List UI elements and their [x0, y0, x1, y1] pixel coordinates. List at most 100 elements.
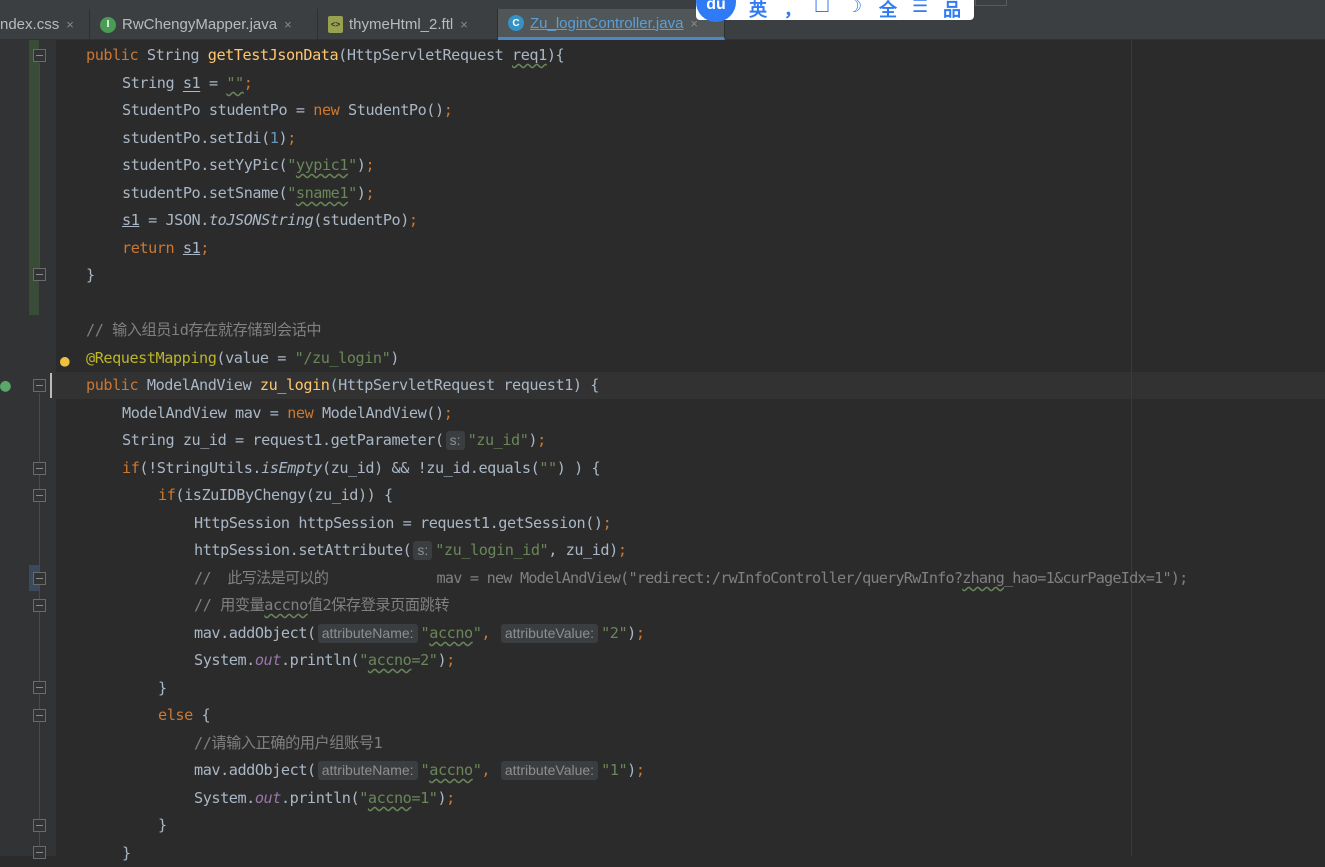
- code-line[interactable]: studentPo.setSname("sname1");: [122, 180, 375, 207]
- code-line[interactable]: }: [122, 840, 131, 867]
- code-line[interactable]: public String getTestJsonData(HttpServle…: [86, 42, 565, 69]
- code-line[interactable]: mav.addObject(attributeName: "accno", att…: [194, 620, 645, 647]
- code-line[interactable]: studentPo.setYyPic("yypic1");: [122, 152, 375, 179]
- code-line[interactable]: studentPo.setIdi(1);: [122, 125, 296, 152]
- code-line[interactable]: else {: [158, 702, 211, 729]
- code-text: ): [278, 129, 288, 147]
- close-icon[interactable]: ×: [284, 17, 292, 32]
- string-quote: ": [348, 156, 357, 174]
- tab-index-css[interactable]: ndex.css ×: [0, 9, 90, 40]
- code-text: .println(: [280, 651, 360, 669]
- fold-toggle-icon[interactable]: [33, 709, 46, 722]
- close-icon[interactable]: ×: [66, 17, 74, 32]
- code-line[interactable]: @RequestMapping(value = "/zu_login"): [86, 345, 399, 372]
- code-text: System.: [194, 789, 255, 807]
- code-line[interactable]: // 用变量accno值2保存登录页面跳转: [194, 592, 450, 619]
- comment: //请输入正确的用户组账号1: [194, 734, 383, 752]
- interface-file-icon: I: [100, 16, 116, 33]
- code-line[interactable]: String zu_id = request1.getParameter(s: "…: [122, 427, 546, 454]
- code-text: String: [122, 74, 183, 92]
- string-literal: "zu_id": [467, 431, 529, 449]
- code-line[interactable]: HttpSession httpSession = request1.getSe…: [194, 510, 612, 537]
- code-text: ModelAndView: [146, 376, 252, 394]
- fold-toggle-icon[interactable]: [33, 681, 46, 694]
- code-text: ): [528, 431, 538, 449]
- code-line[interactable]: StudentPo studentPo = new StudentPo();: [122, 97, 453, 124]
- semicolon: ;: [443, 404, 453, 422]
- semicolon: ;: [446, 789, 455, 807]
- fold-toggle-icon[interactable]: [33, 379, 46, 392]
- semicolon: ;: [200, 239, 209, 257]
- ime-softkbd-button[interactable]: ☰: [912, 0, 928, 17]
- string-literal: accno: [429, 624, 473, 642]
- ime-toolbox-button[interactable]: 品: [943, 0, 961, 22]
- keyword: return: [122, 239, 175, 257]
- fold-toggle-icon[interactable]: [33, 49, 46, 62]
- code-line[interactable]: if(!StringUtils.isEmpty(zu_id) && !zu_id…: [122, 455, 601, 482]
- code-line[interactable]: //请输入正确的用户组账号1: [194, 730, 383, 757]
- code-text: HttpSession httpSession = request1.getSe…: [194, 514, 603, 532]
- lightbulb-icon[interactable]: ●: [60, 351, 70, 370]
- code-line[interactable]: }: [158, 675, 167, 702]
- code-line[interactable]: return s1;: [122, 235, 209, 262]
- tab-thymehtml[interactable]: <> thymeHtml_2.ftl ×: [318, 9, 498, 40]
- static-method: toJSONString: [208, 211, 314, 229]
- fold-toggle-icon[interactable]: [33, 572, 46, 585]
- code-text: ): [437, 651, 447, 669]
- fold-toggle-icon[interactable]: [33, 819, 46, 832]
- code-text: studentPo.setYyPic(: [122, 156, 288, 174]
- code-text: {: [192, 706, 211, 724]
- param-hint: attributeName:: [317, 761, 418, 780]
- code-line[interactable]: mav.addObject(attributeName: "accno", att…: [194, 757, 645, 784]
- ime-punct-button[interactable]: ，: [784, 0, 802, 22]
- fold-toggle-icon[interactable]: [33, 489, 46, 502]
- string-literal: "zu_login_id": [435, 541, 549, 559]
- code-line[interactable]: }: [86, 262, 95, 289]
- tab-rwchengymapper[interactable]: I RwChengyMapper.java ×: [90, 9, 318, 40]
- code-line[interactable]: public ModelAndView zu_login(HttpServlet…: [86, 372, 599, 399]
- class-file-icon: C: [508, 15, 524, 31]
- fold-toggle-icon[interactable]: [33, 846, 46, 859]
- code-line[interactable]: // 此写法是可以的 mav = new ModelAndView("redir…: [194, 565, 1188, 592]
- ime-fullwidth-button[interactable]: 全: [879, 0, 897, 22]
- code-text: , zu_id): [548, 541, 618, 559]
- code-line[interactable]: if(isZuIDByChengy(zu_id)) {: [158, 482, 393, 509]
- tab-zu-logincontroller[interactable]: C Zu_loginController.java ×: [498, 9, 725, 40]
- right-margin-guide: [1131, 40, 1132, 856]
- static-field: out: [254, 789, 282, 807]
- fold-guide: [39, 63, 40, 268]
- annotation: @RequestMapping: [86, 349, 217, 367]
- code-text: mav.addObject(: [194, 761, 316, 779]
- ime-mode-button[interactable]: ☐: [814, 0, 830, 17]
- fold-toggle-icon[interactable]: [33, 462, 46, 475]
- fold-toggle-icon[interactable]: [33, 268, 46, 281]
- string-literal: "": [539, 459, 557, 477]
- code-text: }: [158, 816, 167, 834]
- code-line[interactable]: // 输入组员id存在就存储到会话中: [86, 317, 322, 344]
- code-text: (HttpServletRequest request1) {: [329, 376, 599, 394]
- keyword: public: [86, 376, 139, 394]
- tab-label: Zu_loginController.java: [530, 14, 684, 32]
- ime-logo-icon[interactable]: du: [696, 0, 736, 22]
- code-line[interactable]: httpSession.setAttribute(s: "zu_login_id"…: [194, 537, 627, 564]
- window-edge: [975, 0, 1007, 6]
- ime-skin-button[interactable]: ☽: [846, 0, 862, 17]
- code-line[interactable]: System.out.println("accno=1");: [194, 785, 455, 812]
- string-literal: "2": [601, 624, 628, 642]
- keyword: new: [287, 404, 314, 422]
- code-line[interactable]: ModelAndView mav = new ModelAndView();: [122, 400, 453, 427]
- code-text: ) ) {: [556, 459, 601, 477]
- fold-toggle-icon[interactable]: [33, 599, 46, 612]
- code-line[interactable]: s1 = JSON.toJSONString(studentPo);: [122, 207, 418, 234]
- semicolon: ;: [408, 211, 418, 229]
- variable: s1: [182, 74, 201, 92]
- code-line[interactable]: }: [158, 812, 167, 839]
- close-icon[interactable]: ×: [460, 17, 468, 32]
- ime-lang-button[interactable]: 英: [749, 0, 767, 22]
- keyword: if: [122, 459, 140, 477]
- code-line[interactable]: String s1 = "";: [122, 70, 253, 97]
- code-line[interactable]: System.out.println("accno=2");: [194, 647, 455, 674]
- code-text: ModelAndView mav =: [122, 404, 288, 422]
- keyword: if: [158, 486, 176, 504]
- request-mapping-icon[interactable]: ●: [0, 375, 11, 396]
